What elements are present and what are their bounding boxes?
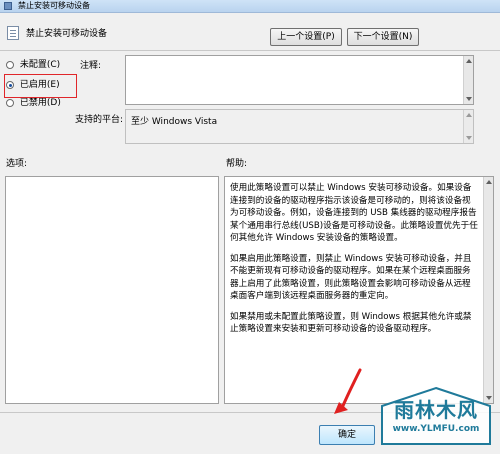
platform-value: 至少 Windows Vista (131, 117, 218, 127)
comment-label: 注释: (80, 61, 102, 71)
scroll-down-icon[interactable] (466, 97, 472, 101)
window-title: 禁止安装可移动设备 (18, 1, 90, 10)
next-setting-button[interactable]: 下一个设置(N) (347, 28, 419, 46)
help-paragraph: 使用此策略设置可以禁止 Windows 安装可移动设备。如果设备连接到的设备的驱… (230, 183, 478, 243)
prev-setting-button[interactable]: 上一个设置(P) (270, 28, 342, 46)
window-icon (4, 2, 12, 10)
comment-scrollbar[interactable] (463, 56, 473, 104)
scroll-up-icon[interactable] (486, 180, 492, 184)
comment-textarea[interactable] (125, 55, 474, 105)
highlight-box (4, 74, 77, 98)
policy-icon (7, 26, 19, 40)
title-bar: 禁止安装可移动设备 (0, 0, 500, 13)
radio-circle (6, 61, 14, 69)
red-arrow-icon (334, 368, 362, 414)
help-scrollbar[interactable] (483, 177, 493, 403)
help-paragraph: 如果禁用或未配置此策略设置，则 Windows 根据其他允许或禁止策略设置来安装… (230, 311, 472, 335)
scroll-up-icon[interactable] (466, 59, 472, 63)
help-label: 帮助: (226, 159, 248, 169)
ok-button[interactable]: 确定 (319, 425, 375, 445)
options-panel (5, 176, 219, 404)
watermark-url: www.YLMFU.com (392, 424, 480, 434)
scroll-down-icon[interactable] (466, 136, 472, 140)
radio-circle (6, 99, 14, 107)
policy-title: 禁止安装可移动设备 (26, 29, 108, 39)
platform-field: 至少 Windows Vista (125, 109, 474, 144)
options-label: 选项: (6, 159, 28, 169)
radio-label: 未配置(C) (19, 60, 61, 70)
watermark-title: 雨林木风 (394, 398, 478, 422)
help-paragraph: 如果启用此策略设置，则禁止 Windows 安装可移动设备，并且不能更新现有可移… (230, 253, 472, 302)
scroll-up-icon[interactable] (466, 113, 472, 117)
platform-label: 支持的平台: (75, 115, 124, 125)
header-separator (0, 50, 500, 51)
watermark-logo: 雨林木风 www.YLMFU.com (378, 386, 494, 448)
platform-scrollbar[interactable] (463, 110, 473, 143)
radio-not-configured[interactable]: 未配置(C) (6, 57, 60, 73)
